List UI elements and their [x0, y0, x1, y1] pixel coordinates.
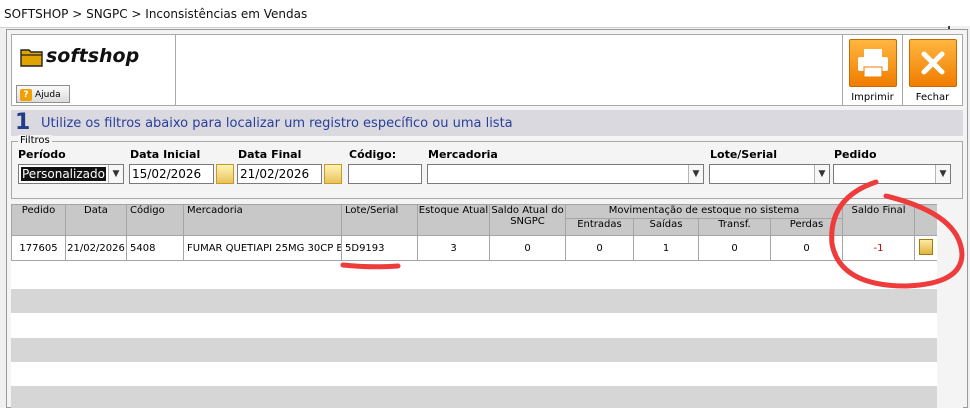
question-icon: ?	[20, 89, 32, 101]
filters-group: Filtros Período Personalizado ▼ Data Ini…	[11, 135, 963, 199]
table-row[interactable]: 177605 21/02/2026 5408 FUMAR QUETIAPI 25…	[11, 235, 939, 261]
col-group-movimentacao: Movimentação de estoque no sistema	[564, 204, 844, 219]
data-inicial-label: Data Inicial	[130, 148, 201, 161]
pedido-label: Pedido	[834, 148, 877, 161]
codigo-field[interactable]	[348, 164, 422, 184]
empty-row-stripe	[11, 386, 937, 408]
cell-saldo-sngpc: 0	[489, 235, 566, 261]
brand-logo-text: softshop	[46, 45, 140, 67]
mercadoria-select[interactable]: ▼	[427, 164, 704, 184]
col-header-saldo-sngpc[interactable]: Saldo Atual do SNGPC	[489, 204, 566, 236]
grid-scroll-area[interactable]	[937, 204, 963, 408]
close-icon	[908, 39, 957, 87]
help-button-label: Ajuda	[35, 90, 61, 100]
cell-lote: 5D9193	[341, 235, 418, 261]
main-window: softshop ? Ajuda Imprimir Fechar 1 Utili…	[6, 29, 968, 408]
cell-entradas: 0	[565, 235, 634, 261]
header-panel: softshop ? Ajuda Imprimir Fechar	[11, 34, 963, 106]
cell-pedido: 177605	[11, 235, 66, 261]
col-header-codigo[interactable]: Código	[126, 204, 184, 236]
col-header-saldo-final[interactable]: Saldo Final	[842, 204, 916, 236]
col-header-transf[interactable]: Transf.	[698, 218, 771, 236]
close-label: Fechar	[915, 92, 950, 103]
periodo-select[interactable]: Personalizado ▼	[18, 164, 124, 184]
help-button[interactable]: ? Ajuda	[16, 85, 70, 103]
row-detail-button[interactable]	[914, 235, 939, 261]
pedido-select[interactable]: ▼	[833, 164, 951, 184]
empty-row-stripe	[11, 289, 937, 313]
empty-row-stripe	[11, 338, 937, 362]
mercadoria-label: Mercadoria	[428, 148, 498, 161]
data-inicial-value: 15/02/2026	[132, 167, 202, 181]
cell-transf: 0	[698, 235, 771, 261]
periodo-label: Período	[18, 148, 66, 161]
folder-logo-icon	[20, 49, 43, 67]
chevron-down-icon[interactable]: ▼	[935, 165, 950, 183]
logo-cell: softshop ? Ajuda	[12, 35, 176, 105]
results-table: Pedido Data Código Mercadoria Lote/Seria…	[11, 204, 939, 261]
chevron-down-icon[interactable]: ▼	[814, 165, 829, 183]
col-header-estoque-atual[interactable]: Estoque Atual	[417, 204, 490, 236]
printer-icon	[848, 39, 897, 87]
chevron-down-icon[interactable]: ▼	[688, 165, 703, 183]
print-label: Imprimir	[851, 92, 894, 103]
cell-mercadoria: FUMAR QUETIAPI 25MG 30CP EI	[183, 235, 342, 261]
col-header-pedido[interactable]: Pedido	[11, 204, 66, 236]
lote-select[interactable]: ▼	[709, 164, 830, 184]
col-header-actions	[914, 204, 939, 236]
close-button[interactable]: Fechar	[902, 35, 962, 105]
data-inicial-field[interactable]: 15/02/2026	[129, 164, 214, 184]
document-icon	[919, 238, 934, 255]
codigo-label: Código:	[349, 148, 397, 161]
cell-saldo-final: -1	[842, 235, 916, 261]
lote-label: Lote/Serial	[710, 148, 778, 161]
col-header-entradas[interactable]: Entradas	[565, 218, 634, 236]
col-header-saidas[interactable]: Saídas	[633, 218, 699, 236]
step-instruction: Utilize os filtros abaixo para localizar…	[41, 116, 513, 131]
col-header-lote[interactable]: Lote/Serial	[341, 204, 418, 236]
data-final-value: 21/02/2026	[240, 167, 310, 181]
data-final-label: Data Final	[238, 148, 302, 161]
calendar-icon[interactable]	[324, 164, 342, 184]
periodo-value: Personalizado	[21, 167, 106, 181]
cell-codigo: 5408	[126, 235, 184, 261]
col-header-mercadoria[interactable]: Mercadoria	[183, 204, 342, 236]
cell-estoque-atual: 3	[417, 235, 490, 261]
col-header-data[interactable]: Data	[65, 204, 127, 236]
filters-legend: Filtros	[18, 135, 52, 146]
cell-perdas: 0	[769, 235, 844, 261]
calendar-icon[interactable]	[216, 164, 234, 184]
breadcrumb: SOFTSHOP > SNGPC > Inconsistências em Ve…	[0, 0, 970, 28]
cell-saidas: 1	[633, 235, 699, 261]
instruction-bar: 1 Utilize os filtros abaixo para localiz…	[11, 110, 963, 136]
col-header-perdas[interactable]: Perdas	[769, 218, 844, 236]
data-final-field[interactable]: 21/02/2026	[237, 164, 322, 184]
print-button[interactable]: Imprimir	[842, 35, 902, 105]
step-number: 1	[15, 110, 31, 135]
cell-data: 21/02/2026	[65, 235, 127, 261]
results-grid: Pedido Data Código Mercadoria Lote/Seria…	[11, 204, 939, 408]
chevron-down-icon[interactable]: ▼	[108, 165, 123, 183]
